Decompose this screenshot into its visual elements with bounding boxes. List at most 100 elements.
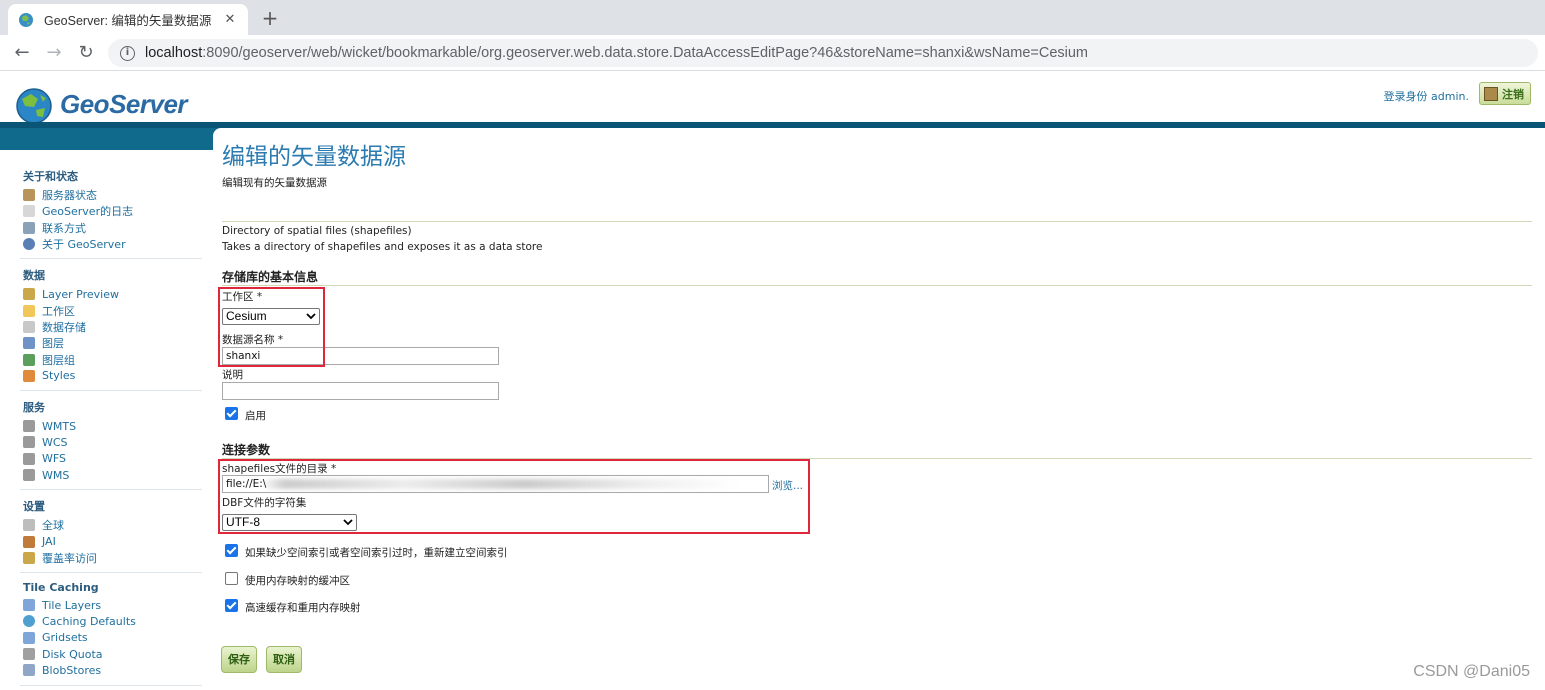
sidebar-item[interactable]: WCS [23,434,205,450]
sidebar-item-label: JAI [42,535,56,549]
logout-label: 注销 [1502,87,1524,101]
logout-door-icon [1484,86,1498,101]
highlight-box [218,287,325,367]
sidebar-item-label: Styles [42,369,76,383]
browser-tab-bar: GeoServer: 编辑的矢量数据源 ✕ + [0,0,1545,35]
sidebar-section-title: 数据 [23,269,45,283]
tab-close-icon[interactable]: ✕ [222,12,238,27]
sidebar-section: 数据 Layer Preview 工作区数据存储图层图层组 Styles [0,267,205,384]
back-button[interactable]: ← [10,41,34,65]
option-checkbox[interactable] [225,599,238,612]
option-label: 使用内存映射的缓冲区 [245,575,350,587]
blobstores-icon [23,664,35,677]
geoserver-header: GeoServer 登录身份 admin. 注销 [0,72,1545,124]
sidebar-item[interactable]: Layer Preview [23,286,205,302]
layer-preview-icon [23,288,35,301]
layergroup-icon [23,353,35,366]
sidebar-item[interactable]: WMTS [23,418,205,434]
service-icon [23,469,35,481]
url-text: localhost:8090/geoserver/web/wicket/book… [145,45,1088,61]
sidebar-item[interactable]: 图层组 [23,351,205,367]
sidebar-item-label: 服务器状态 [42,189,97,203]
login-info: 登录身份 admin. [1383,90,1469,103]
divider [222,221,1532,222]
option-label: 如果缺少空间索引或者空间索引过时，重新建立空间索引 [245,547,508,559]
sidebar-item-label: Gridsets [42,631,88,645]
sidebar-item-label: 图层 [42,337,64,351]
basic-info-section-title: 存储库的基本信息 [222,270,319,284]
global-icon [23,519,35,532]
sidebar-divider [20,572,202,574]
globe-logo-icon [16,88,52,124]
jai-icon [23,535,35,548]
server-status-icon [23,189,35,202]
new-tab-button[interactable]: + [258,6,282,30]
sidebar-item[interactable]: Gridsets [23,630,205,646]
browser-tab[interactable]: GeoServer: 编辑的矢量数据源 ✕ [8,4,248,35]
watermark: CSDN @Dani05 [1413,663,1530,680]
sidebar-item[interactable]: Caching Defaults [23,613,205,629]
sidebar-item-label: 覆盖率访问 [42,551,97,565]
contact-icon [23,221,35,234]
sidebar-item-label: 工作区 [42,304,75,318]
reload-button[interactable]: ↻ [74,41,98,65]
tile-layers-icon [23,599,35,612]
sidebar-divider [20,489,202,491]
sidebar-item[interactable]: 覆盖率访问 [23,550,205,566]
sidebar-item[interactable]: 数据存储 [23,319,205,335]
sidebar-item[interactable]: JAI [23,533,205,549]
styles-icon [23,369,35,382]
option-checkbox[interactable] [225,572,238,585]
forward-button[interactable]: → [42,41,66,65]
enabled-checkbox[interactable] [225,407,238,420]
sidebar-item-label: WCS [42,435,68,449]
description-input[interactable] [222,382,499,400]
sidebar-item[interactable]: Disk Quota [23,646,205,662]
sidebar-section: 设置全球 JAI 覆盖率访问 [0,498,205,566]
sidebar-divider [20,258,202,260]
sidebar-item[interactable]: Tile Layers [23,597,205,613]
sidebar-item[interactable]: 关于 GeoServer [23,236,205,252]
sidebar-section-title: 设置 [23,500,45,514]
sidebar-item[interactable]: 全球 [23,517,205,533]
address-bar[interactable]: i localhost:8090/geoserver/web/wicket/bo… [108,39,1538,67]
sidebar-section: 关于和状态服务器状态 GeoServer的日志 联系方式 关于 GeoServer [0,168,205,252]
sidebar-item[interactable]: WMS [23,467,205,483]
cancel-button[interactable]: 取消 [266,646,302,673]
sidebar-item-label: 全球 [42,519,64,533]
sidebar-item[interactable]: 工作区 [23,302,205,318]
service-icon [23,420,35,433]
sidebar-item-label: 联系方式 [42,221,86,235]
store-type: Directory of spatial files (shapefiles) [222,225,412,237]
sidebar-item[interactable]: BlobStores [23,662,205,678]
geoserver-favicon-icon [19,12,33,27]
divider [222,285,1532,286]
sidebar-divider [20,684,202,686]
sidebar-item[interactable]: 图层 [23,335,205,351]
sidebar-item[interactable]: 服务器状态 [23,187,205,203]
sidebar-item-label: GeoServer的日志 [42,205,134,219]
folder-icon [23,304,35,317]
url-host: localhost [145,45,203,61]
logout-button[interactable]: 注销 [1479,82,1531,105]
sidebar-item-label: Caching Defaults [42,614,136,628]
sidebar-item[interactable]: 联系方式 [23,220,205,236]
geoserver-logo[interactable]: GeoServer [12,82,188,126]
sidebar-item-label: 图层组 [42,353,75,367]
site-info-icon[interactable]: i [120,45,135,61]
sidebar-item-label: 数据存储 [42,320,86,334]
sidebar-item[interactable]: WFS [23,451,205,467]
log-icon [23,205,35,218]
save-button[interactable]: 保存 [221,646,257,673]
caching-defaults-icon [23,615,35,628]
option-checkbox[interactable] [225,544,238,557]
layer-icon [23,337,35,350]
sidebar-item[interactable]: Styles [23,368,205,384]
option-label: 高速缓存和重用内存映射 [245,602,361,614]
about-icon [23,238,35,251]
sidebar-item[interactable]: GeoServer的日志 [23,203,205,219]
disk-quota-icon [23,648,35,661]
sidebar-section: Tile Caching Tile Layers Caching Defaults G… [0,581,205,678]
sidebar-section-title: 关于和状态 [23,170,78,183]
sidebar-item-label: WMTS [42,419,77,433]
